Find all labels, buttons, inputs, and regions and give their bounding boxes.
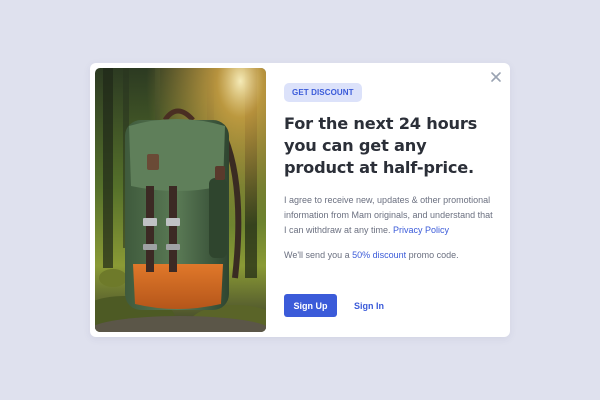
privacy-policy-link[interactable]: Privacy Policy: [393, 225, 449, 235]
consent-text: I agree to receive new, updates & other …: [284, 193, 496, 238]
modal-content: GET DISCOUNT For the next 24 hours you c…: [284, 82, 496, 263]
discount-modal: GET DISCOUNT For the next 24 hours you c…: [90, 63, 510, 337]
sign-up-button[interactable]: Sign Up: [284, 294, 337, 317]
discount-badge: GET DISCOUNT: [284, 83, 362, 102]
modal-actions: Sign Up Sign In: [284, 294, 384, 317]
modal-headline: For the next 24 hours you can get any pr…: [284, 114, 478, 177]
sign-in-button[interactable]: Sign In: [354, 301, 384, 311]
consent-body: I agree to receive new, updates & other …: [284, 195, 493, 235]
promo-prefix: We'll send you a: [284, 250, 353, 260]
promo-suffix: promo code.: [406, 250, 459, 260]
discount-link[interactable]: 50% discount: [352, 250, 406, 260]
promo-text: We'll send you a 50% discount promo code…: [284, 248, 496, 263]
backpack-image: [95, 68, 266, 332]
